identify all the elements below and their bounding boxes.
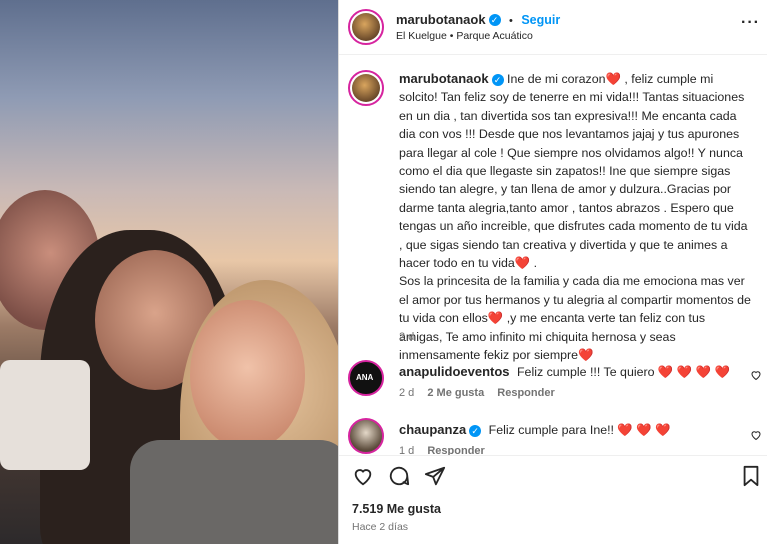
comment-2: chaupanza ✓ Feliz cumple para Ine!! ❤️ ❤️… bbox=[399, 422, 671, 438]
caption-block: marubotanaok ✓ Ine de mi corazon❤️ , feli… bbox=[399, 70, 751, 365]
comment-1-reply[interactable]: Responder bbox=[497, 387, 554, 399]
post-header: marubotanaok ✓ • Seguir bbox=[396, 11, 560, 29]
shirt-left bbox=[0, 360, 90, 470]
bookmark-icon[interactable] bbox=[741, 465, 761, 492]
share-icon[interactable] bbox=[424, 465, 446, 492]
header-dot: • bbox=[509, 15, 513, 27]
actions-divider bbox=[339, 455, 767, 456]
comment-1-time: 2 d bbox=[399, 387, 415, 399]
comment-avatar-anapulido[interactable]: ANA bbox=[348, 360, 384, 396]
comment-1-like-icon[interactable] bbox=[750, 368, 762, 386]
author-username[interactable]: marubotanaok bbox=[396, 12, 486, 27]
heart-outline-icon[interactable] bbox=[352, 465, 374, 492]
caption-verified-icon: ✓ bbox=[491, 73, 504, 86]
more-horizontal-icon[interactable]: ··· bbox=[741, 14, 760, 32]
shirt-right bbox=[130, 440, 338, 544]
comment-avatar-chaupanza[interactable] bbox=[348, 418, 384, 454]
location-venue[interactable]: El Kuelgue bbox=[396, 30, 447, 42]
comment-1: anapulidoeventos Feliz cumple !!! Te qui… bbox=[399, 364, 730, 380]
caption-text: Ine de mi corazon❤️ , feliz cumple mi so… bbox=[399, 72, 751, 363]
comment-2-reply[interactable]: Responder bbox=[427, 445, 484, 455]
comment-2-verified-icon: ✓ bbox=[469, 424, 482, 437]
verified-icon: ✓ bbox=[488, 13, 501, 26]
comment-2-meta: 1 d Responder bbox=[399, 445, 485, 455]
comment-2-like-icon[interactable] bbox=[750, 428, 762, 446]
post-photo[interactable] bbox=[0, 0, 338, 544]
comment-1-meta: 2 d 2 Me gusta Responder bbox=[399, 387, 555, 399]
comment-1-user[interactable]: anapulidoeventos bbox=[399, 364, 510, 379]
comment-1-text: Feliz cumple !!! Te quiero ❤️ ❤️ ❤️ ❤️ bbox=[516, 365, 730, 379]
likes-count[interactable]: 7.519 Me gusta bbox=[352, 502, 441, 516]
comment-2-time: 1 d bbox=[399, 445, 415, 455]
post-time: Hace 2 días bbox=[352, 521, 409, 533]
comment-2-user[interactable]: chaupanza bbox=[399, 422, 466, 437]
caption-time: 2 d bbox=[399, 331, 415, 343]
location-place[interactable]: Parque Acuático bbox=[456, 30, 532, 42]
comment-2-text: Feliz cumple para Ine!! ❤️ ❤️ ❤️ bbox=[488, 423, 671, 437]
header-divider bbox=[339, 54, 767, 55]
caption-avatar[interactable] bbox=[348, 70, 384, 106]
location[interactable]: El Kuelgue • Parque Acuático bbox=[396, 30, 533, 42]
comment-icon[interactable] bbox=[388, 465, 410, 492]
follow-button[interactable]: Seguir bbox=[521, 13, 560, 27]
comment-1-likes[interactable]: 2 Me gusta bbox=[427, 387, 484, 399]
avatar-logo-text: ANA bbox=[356, 373, 374, 382]
person-right bbox=[190, 300, 305, 450]
location-dot: • bbox=[449, 30, 454, 42]
caption-username[interactable]: marubotanaok bbox=[399, 71, 489, 86]
author-avatar[interactable] bbox=[348, 9, 384, 45]
